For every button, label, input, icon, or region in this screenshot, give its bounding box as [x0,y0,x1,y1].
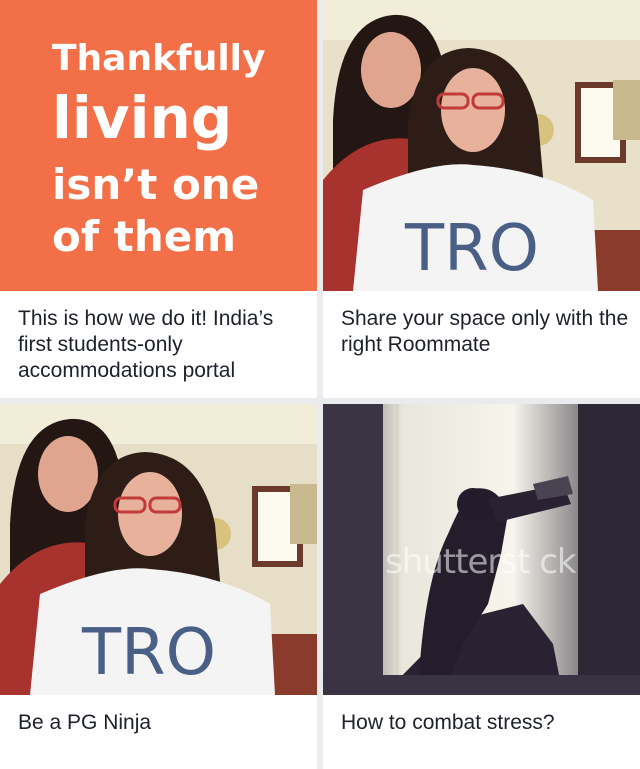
article-thumbnail-2[interactable]: TRO [323,0,640,291]
article-thumbnail-1[interactable]: Thankfully living isn’t one of them [0,0,317,291]
article-card-1[interactable]: Thankfully living isn’t one of them This… [0,0,317,398]
roommates-photo: TRO [323,0,640,291]
pg-ninja-photo: TRO [0,404,317,695]
article-thumbnail-4[interactable]: shutterst ck [323,404,640,695]
article-title-1[interactable]: This is how we do it! India’s first stud… [18,306,309,384]
quote-line-1: Thankfully [52,38,266,79]
article-card-3[interactable]: TRO Be a PG Ninja [0,404,317,769]
quote-line-4: of them [52,212,236,261]
article-card-2[interactable]: TRO Share your space only with the right… [323,0,640,398]
article-title-4[interactable]: How to combat stress? [341,710,632,736]
quote-line-3: isn’t one [52,160,260,209]
shirt-text: TRO [81,616,216,690]
article-grid: Thankfully living isn’t one of them This… [0,0,640,769]
article-title-3[interactable]: Be a PG Ninja [18,710,309,736]
quote-graphic: Thankfully living isn’t one of them [0,0,317,291]
article-title-2[interactable]: Share your space only with the right Roo… [341,306,632,358]
watermark: shutterst ck [385,542,577,582]
shirt-text: TRO [404,212,539,286]
article-card-4[interactable]: shutterst ck How to combat stress? [323,404,640,769]
quote-line-2: living [52,84,233,152]
article-thumbnail-3[interactable]: TRO [0,404,317,695]
